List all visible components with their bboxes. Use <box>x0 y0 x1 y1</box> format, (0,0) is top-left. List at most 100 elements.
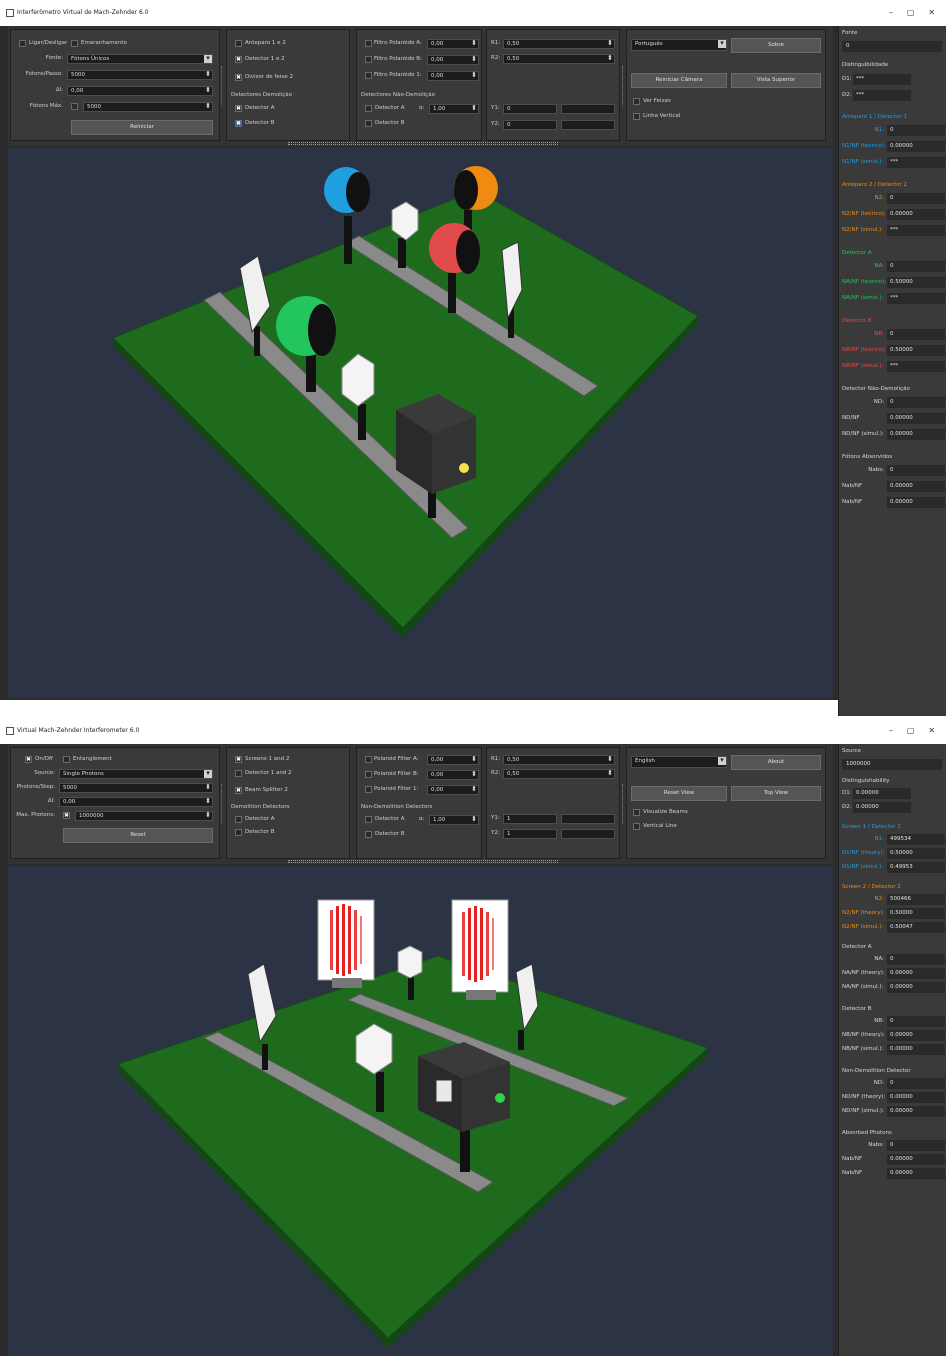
r2-input[interactable]: 0,50 <box>503 769 615 779</box>
nd-detector-b-checkbox[interactable] <box>365 831 372 838</box>
nb-theory-value: 0.50000 <box>887 345 945 356</box>
top-view-button[interactable]: Vista Superior <box>731 73 821 88</box>
alpha-input[interactable]: 1,00 <box>429 815 479 825</box>
language-select[interactable]: English <box>631 756 727 768</box>
entangle-checkbox[interactable] <box>63 756 70 763</box>
minimize-icon[interactable]: – <box>889 718 893 744</box>
view-panel: English About Reset View Top View Visual… <box>626 747 826 859</box>
y1-input[interactable]: 1 <box>503 814 557 824</box>
detectors12-checkbox[interactable] <box>235 770 242 777</box>
y1-extra-field[interactable] <box>561 104 615 114</box>
toolbar-resize-handle[interactable] <box>288 860 558 863</box>
reset-button[interactable]: Reiniciar <box>71 120 213 135</box>
onoff-checkbox[interactable] <box>25 756 32 763</box>
onoff-checkbox[interactable] <box>19 40 26 47</box>
demolition-detector-b-checkbox[interactable] <box>235 829 242 836</box>
reset-view-button[interactable]: Reset View <box>631 786 727 801</box>
demolition-detector-b-checkbox[interactable] <box>235 120 242 127</box>
y2-input[interactable]: 1 <box>503 829 557 839</box>
y2-extra-field[interactable] <box>561 120 615 130</box>
screens-checkbox[interactable] <box>235 40 242 47</box>
dl-input[interactable]: 0,00 <box>59 797 213 807</box>
detectors12-checkbox[interactable] <box>235 56 242 63</box>
components-panel: Anteparo 1 e 2 Detector 1 e 2 Divisor de… <box>226 29 350 141</box>
maximize-icon[interactable]: ▢ <box>907 0 915 26</box>
filter-1-input[interactable]: 0,00 <box>427 785 479 795</box>
filter-1-checkbox[interactable] <box>365 786 372 793</box>
demolition-detector-a-checkbox[interactable] <box>235 816 242 823</box>
vertical-line-checkbox[interactable] <box>633 823 640 830</box>
toolbar: On/Off Entanglement Source: Single Photo… <box>8 744 833 864</box>
demolition-detector-a-checkbox[interactable] <box>235 105 242 112</box>
nb-sim-value: *** <box>887 361 945 372</box>
scene-viewport[interactable] <box>8 866 833 1356</box>
nd-detector-b-checkbox[interactable] <box>365 120 372 127</box>
about-button[interactable]: About <box>731 755 821 770</box>
source-panel: On/Off Entanglement Source: Single Photo… <box>10 747 220 859</box>
max-photons-input[interactable]: 1000000 <box>75 811 213 821</box>
beam-splitter-checkbox[interactable] <box>235 787 242 794</box>
y1-input[interactable]: 0 <box>503 104 557 114</box>
scene-viewport[interactable] <box>8 148 833 698</box>
stats-sidebar: Source 1000000 Distinguishability D1: 0.… <box>838 744 946 1356</box>
filter-1-input[interactable]: 0,00 <box>427 71 479 81</box>
splitter-handle[interactable] <box>221 66 224 106</box>
splitter-handle[interactable] <box>221 784 224 824</box>
minimize-icon[interactable]: – <box>889 0 893 26</box>
nd-detector-a-checkbox[interactable] <box>365 816 372 823</box>
splitter-handle-2[interactable] <box>622 66 625 106</box>
n2-theory-value: 0.50000 <box>887 908 945 919</box>
filter-a-checkbox[interactable] <box>365 756 372 763</box>
splitter-handle-2[interactable] <box>622 784 625 824</box>
y1-label: Y1: <box>491 815 500 821</box>
screens-checkbox[interactable] <box>235 756 242 763</box>
nabs-sim-label: Nab/NF (simul.): <box>842 499 863 505</box>
n2-label: N2: <box>874 896 884 902</box>
r2-input[interactable]: 0,50 <box>503 54 615 64</box>
filter-b-input[interactable]: 0,00 <box>427 55 479 65</box>
r1-input[interactable]: 0,50 <box>503 755 615 765</box>
source-select[interactable]: Single Photons <box>59 769 213 779</box>
beam-splitter-checkbox[interactable] <box>235 74 242 81</box>
max-photons-checkbox[interactable] <box>63 812 70 819</box>
toolbar-resize-handle[interactable] <box>288 142 558 145</box>
max-photons-checkbox[interactable] <box>71 103 78 110</box>
dl-input[interactable]: 0,00 <box>67 86 213 96</box>
r1-input[interactable]: 0,50 <box>503 39 615 49</box>
photons-step-input[interactable]: 5000 <box>67 70 213 80</box>
demolition-detector-a-label: Detector A <box>245 105 275 111</box>
filter-b-input[interactable]: 0,00 <box>427 770 479 780</box>
reset-button[interactable]: Reset <box>63 828 213 843</box>
filter-b-checkbox[interactable] <box>365 771 372 778</box>
filter-1-checkbox[interactable] <box>365 72 372 79</box>
language-select[interactable]: Português <box>631 39 727 51</box>
nb-theory-value: 0.00000 <box>887 1030 945 1041</box>
filter-b-checkbox[interactable] <box>365 56 372 63</box>
view-panel: Português Sobre Reiniciar Câmera Vista S… <box>626 29 826 141</box>
about-button[interactable]: Sobre <box>731 38 821 53</box>
filter-a-checkbox[interactable] <box>365 40 372 47</box>
y1-extra-field[interactable] <box>561 814 615 824</box>
reset-camera-button[interactable]: Reiniciar Câmera <box>631 73 727 88</box>
filter-a-input[interactable]: 0,00 <box>427 39 479 49</box>
nd-label: ND: <box>873 1080 884 1086</box>
view-beams-checkbox[interactable] <box>633 98 640 105</box>
nd-detector-a-checkbox[interactable] <box>365 105 372 112</box>
alpha-input[interactable]: 1,00 <box>429 104 479 114</box>
source-select[interactable]: Fótons Únicos <box>67 54 213 64</box>
maximize-icon[interactable]: ▢ <box>907 718 915 744</box>
visualize-beams-checkbox[interactable] <box>633 809 640 816</box>
photons-step-input[interactable]: 5000 <box>59 783 213 793</box>
na-sim-label: NA/NF (simul.): <box>842 984 884 990</box>
top-view-button[interactable]: Top View <box>731 786 821 801</box>
close-icon[interactable]: ✕ <box>928 0 935 26</box>
source-label: Fonte: <box>45 55 63 61</box>
vertical-line-checkbox[interactable] <box>633 113 640 120</box>
y2-input[interactable]: 0 <box>503 120 557 130</box>
max-photons-input[interactable]: 5000 <box>83 102 213 112</box>
y2-extra-field[interactable] <box>561 829 615 839</box>
close-icon[interactable]: ✕ <box>928 718 935 744</box>
filter-a-input[interactable]: 0,00 <box>427 755 479 765</box>
entangle-checkbox[interactable] <box>71 40 78 47</box>
nb-sim-label: NB/NF (simul.): <box>842 363 884 369</box>
